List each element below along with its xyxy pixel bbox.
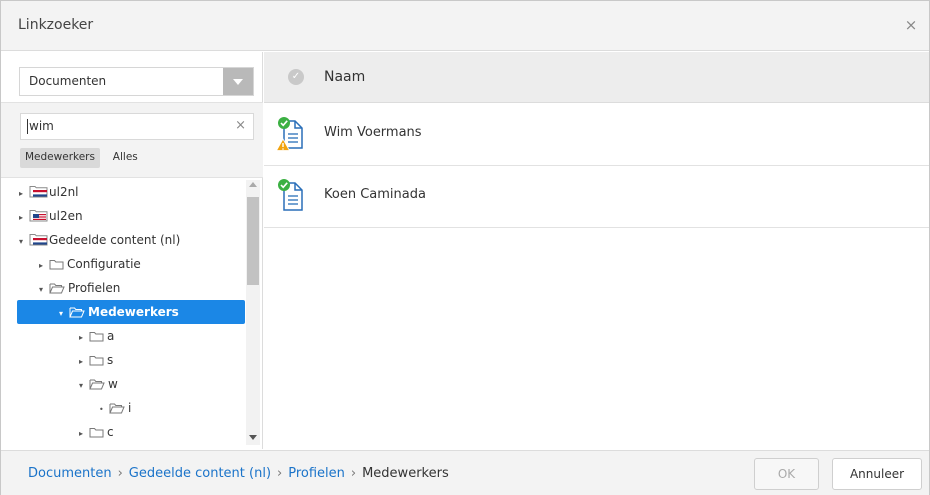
breadcrumb-separator: › [117,466,123,481]
folder-open-icon [49,278,65,302]
tree-scrollbar[interactable] [246,180,260,445]
tree-item-configuratie[interactable]: ▸ Configuratie [15,252,245,276]
folder-open-icon [89,374,105,398]
result-row[interactable]: Koen Caminada [264,166,929,228]
breadcrumb-separator: › [277,466,283,481]
tree-item-s[interactable]: ▸ s [15,348,245,372]
tree-item-label: c [107,425,114,439]
flag-us-icon [29,206,48,230]
result-name: Koen Caminada [324,187,426,202]
folder-icon [49,254,64,278]
scroll-up-icon[interactable] [249,182,257,187]
result-name: Wim Voermans [324,125,422,140]
tree-item-label: Configuratie [67,257,141,271]
tree-item-label: Medewerkers [88,305,179,319]
breadcrumb: Documenten › Gedeelde content (nl) › Profiel… [28,466,449,481]
scrollbar-thumb[interactable] [247,197,259,285]
folder-icon [89,326,104,350]
document-icon [275,178,309,214]
source-select[interactable]: Documenten [19,67,254,96]
folder-open-icon [69,302,85,326]
breadcrumb-documenten[interactable]: Documenten [28,466,112,481]
tree-item-ul2en[interactable]: ▸ ul2en [15,204,245,228]
tree-item-label: Profielen [68,281,121,295]
collapse-icon[interactable]: ▾ [19,230,29,254]
link-finder-dialog: Linkzoeker × Documenten wim × Medewerker… [0,0,930,495]
expand-icon[interactable]: ▸ [19,206,29,230]
document-warning-icon [275,116,309,152]
tree-item-label: Gedeelde content (nl) [49,233,181,247]
breadcrumb-gedeelde-content[interactable]: Gedeelde content (nl) [129,466,271,481]
flag-nl-icon [29,230,48,254]
tree-item-a[interactable]: ▸ a [15,324,245,348]
flag-nl-icon [29,182,48,206]
leaf-bullet-icon[interactable]: • [99,398,109,422]
ok-button[interactable]: OK [754,458,819,490]
tree-item-w[interactable]: ▾ w [15,372,245,396]
tree-item-label: w [108,377,118,391]
expand-icon[interactable]: ▸ [19,182,29,206]
tree-item-i[interactable]: • i [15,396,245,420]
folder-tree: ▸ ul2nl ▸ ul2en ▾ Gedeelde content (nl) ▸ Confi… [15,180,245,450]
breadcrumb-profielen[interactable]: Profielen [288,466,345,481]
clear-search-icon[interactable]: × [235,118,246,133]
select-all-check-icon[interactable]: ✓ [288,69,304,85]
tree-item-label: i [128,401,132,415]
tree-item-label: a [107,329,115,343]
tree-item-label: ul2nl [49,185,79,199]
source-select-value: Documenten [29,74,107,88]
folder-icon [89,350,104,374]
expand-icon[interactable]: ▸ [79,326,89,350]
search-input-value: wim [27,119,54,134]
tree-item-label: s [107,353,114,367]
collapse-icon[interactable]: ▾ [79,374,89,398]
search-input[interactable]: wim × [20,113,254,140]
filter-medewerkers[interactable]: Medewerkers [20,148,100,168]
chevron-down-icon[interactable] [223,68,253,95]
expand-icon[interactable]: ▸ [79,422,89,446]
cancel-button[interactable]: Annuleer [832,458,922,490]
breadcrumb-current: Medewerkers [362,466,449,481]
collapse-icon[interactable]: ▾ [59,302,69,326]
search-filter-chips: Medewerkers Alles [20,148,147,168]
result-row[interactable]: Wim Voermans [264,104,929,166]
tree-item-label: ul2en [49,209,83,223]
tree-item-medewerkers[interactable]: ▾ Medewerkers [17,300,245,324]
left-panel: Documenten wim × Medewerkers Alles ▸ ul2n… [1,52,263,449]
close-icon[interactable]: × [902,16,920,34]
tree-item-profielen[interactable]: ▾ Profielen [15,276,245,300]
results-header: ✓ Naam [264,52,929,103]
breadcrumb-separator: › [350,466,357,481]
folder-open-icon [109,398,125,422]
dialog-titlebar: Linkzoeker × [1,1,929,51]
scroll-down-icon[interactable] [249,435,257,440]
search-area: wim × Medewerkers Alles [1,102,263,178]
tree-item-c[interactable]: ▸ c [15,420,245,444]
dialog-footer: Documenten › Gedeelde content (nl) › Profiel… [1,450,929,495]
expand-icon[interactable]: ▸ [39,254,49,278]
filter-alles[interactable]: Alles [108,148,143,168]
expand-icon[interactable]: ▸ [79,350,89,374]
tree-item-gedeelde-content-nl[interactable]: ▾ Gedeelde content (nl) [15,228,245,252]
folder-icon [89,422,104,446]
results-panel: ✓ Naam Wim Voermans Koen Caminada [264,52,929,449]
tree-item-ul2nl[interactable]: ▸ ul2nl [15,180,245,204]
collapse-icon[interactable]: ▾ [39,278,49,302]
dialog-title: Linkzoeker [18,17,94,33]
column-name-header[interactable]: Naam [324,69,365,85]
